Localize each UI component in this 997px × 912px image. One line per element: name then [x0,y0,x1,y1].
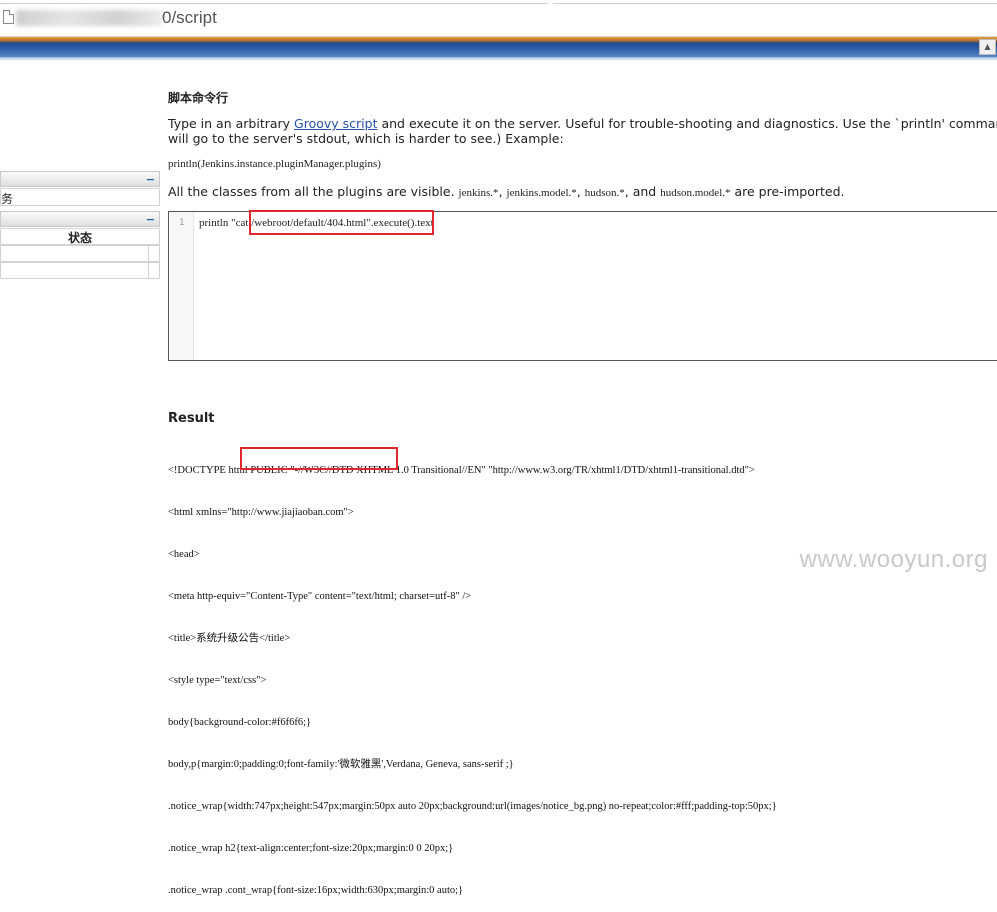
result-line: .notice_wrap h2{text-align:center;font-s… [168,843,454,854]
package-name: jenkins.* [458,187,499,199]
jenkins-header-band [0,37,997,57]
watermark: www.wooyun.org [799,546,988,573]
status-column-header: 状态 [0,228,160,245]
result-line: .notice_wrap .cont_wrap{font-size:16px;w… [168,885,464,896]
browser-address-bar[interactable]: 0/script [0,0,997,37]
page-title: 脚本命令行 [168,91,229,105]
collapse-icon[interactable]: − [146,213,155,226]
result-output: <!DOCTYPE html PUBLIC "-//W3C//DTD XHTML… [168,436,777,912]
result-line: body,p{margin:0;padding:0;font-family:'微… [168,759,514,770]
url-redacted-blur [16,10,162,26]
imports-separator: , [498,184,507,199]
tab-strip-edge [553,0,997,4]
description-line-2: will go to the server's stdout, which is… [168,131,564,146]
sidebar-panel-header: − [0,211,160,227]
result-line: <head> [168,549,200,560]
package-name: jenkins.model.* [506,187,577,199]
result-line: .notice_wrap{width:747px;height:547px;ma… [168,801,777,812]
sidebar-panel-row[interactable]: 务 [0,188,160,206]
description: Type in an arbitrary Groovy script and e… [168,116,997,146]
sidebar-panel-header: − [0,171,160,187]
result-title: Result [168,411,215,426]
header-shadow [0,57,997,61]
status-table-row [0,262,160,279]
package-name: hudson.* [584,187,625,199]
status-table-row [0,245,160,262]
tab-strip-edge [0,0,548,4]
imports-separator: , and [624,184,661,199]
scrollbar-up-arrow-icon[interactable]: ▲ [979,39,996,55]
imports-separator: , [576,184,585,199]
page-icon [3,10,14,24]
result-line: <html xmlns="http://www.jiajiaoban.com"> [168,507,354,518]
package-name: hudson.model.* [660,187,731,199]
red-highlight-box [249,210,434,235]
description-line-1: Type in an arbitrary Groovy script and e… [168,116,997,131]
result-line: body{background-color:#f6f6f6;} [168,717,312,728]
url-text[interactable]: 0/script [162,8,217,28]
description-text: and execute it on the server. Useful for… [377,116,997,131]
script-editor[interactable]: 1 println "cat /webroot/default/404.html… [168,210,997,361]
result-line: <style type="text/css"> [168,675,267,686]
result-line: <meta http-equiv="Content-Type" content=… [168,591,472,602]
result-line: <title>系统升级公告</title> [168,633,291,644]
groovy-script-link[interactable]: Groovy script [294,116,377,131]
imports-text: All the classes from all the plugins are… [168,184,459,199]
red-highlight-box [240,447,398,470]
line-number: 1 [179,218,185,228]
description-text: Type in an arbitrary [168,116,295,131]
sidebar-row-label: 务 [1,192,14,206]
example-code: println(Jenkins.instance.pluginManager.p… [168,158,381,170]
editor-gutter: 1 [169,212,194,360]
collapse-icon[interactable]: − [146,173,155,186]
imports-text: are pre-imported. [730,184,845,199]
imports-note: All the classes from all the plugins are… [168,184,845,199]
